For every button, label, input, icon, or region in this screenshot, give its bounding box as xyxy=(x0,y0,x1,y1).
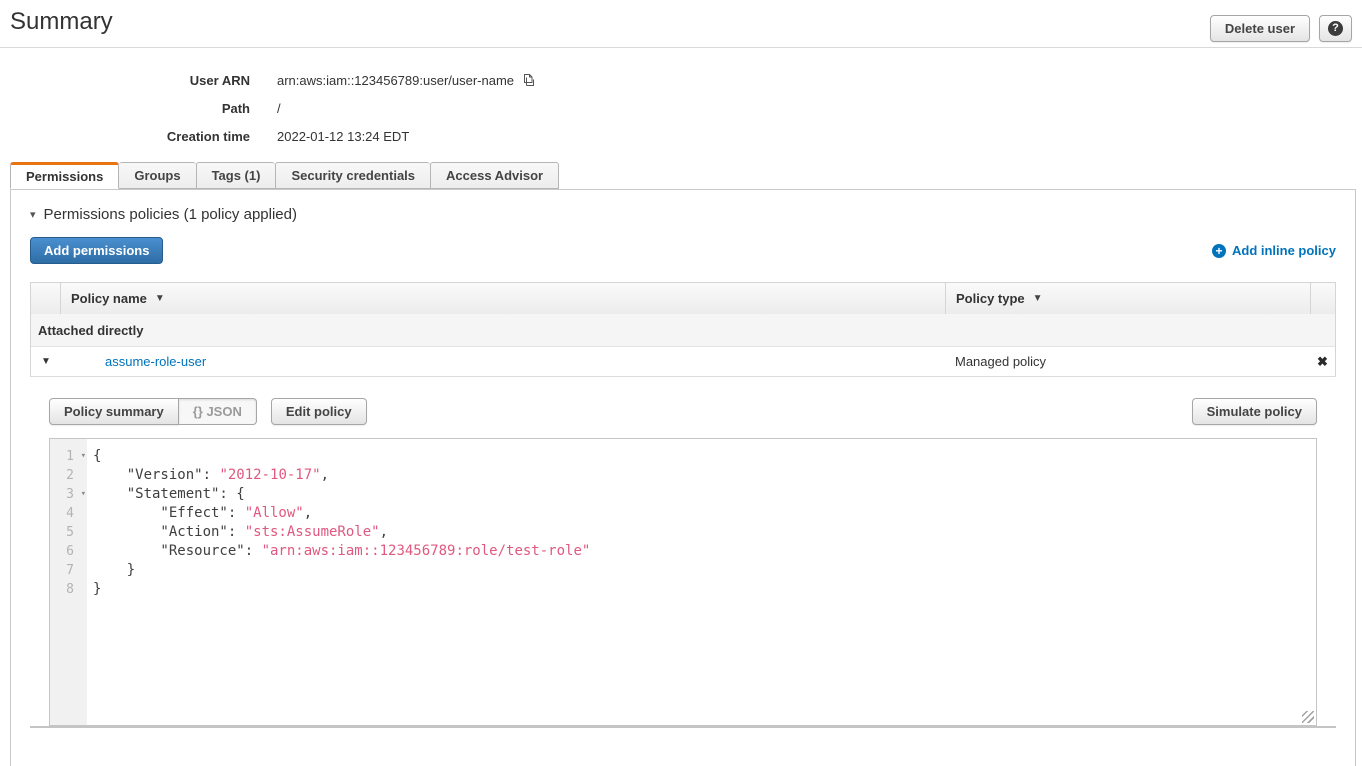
permissions-policies-section-header[interactable]: ▾ Permissions policies (1 policy applied… xyxy=(30,206,1336,223)
editor-line-number: 2 xyxy=(50,466,87,485)
sort-caret-icon: ▼ xyxy=(1033,293,1043,304)
editor-line-number: 3▾ xyxy=(50,485,87,504)
add-inline-policy-link[interactable]: + Add inline policy xyxy=(1212,243,1336,258)
editor-line-number: 6 xyxy=(50,542,87,561)
info-value-text: / xyxy=(277,101,281,116)
code-line: "Version": "2012-10-17", xyxy=(93,466,1316,485)
info-value-text: 2022-01-12 13:24 EDT xyxy=(277,129,409,144)
section-title: Permissions policies (1 policy applied) xyxy=(44,206,297,223)
info-row: User ARN arn:aws:iam::123456789:user/user… xyxy=(0,66,1362,94)
policies-table: Policy name ▼ Policy type ▼ Attached dir… xyxy=(30,282,1336,377)
policy-summary-button[interactable]: Policy summary xyxy=(49,398,179,425)
collapse-row-toggle[interactable]: ▼ xyxy=(31,347,61,376)
policy-type-column-header[interactable]: Policy type ▼ xyxy=(945,283,1310,314)
simulate-policy-button[interactable]: Simulate policy xyxy=(1192,398,1317,425)
json-plain-token: } xyxy=(93,581,101,597)
chevron-down-icon: ▼ xyxy=(41,356,51,367)
permissions-actions-row: Add permissions + Add inline policy xyxy=(30,237,1336,264)
json-plain-token: "Statement": { xyxy=(93,486,245,502)
json-plain-token: , xyxy=(321,467,329,483)
code-line: } xyxy=(93,580,1316,599)
add-inline-policy-label: Add inline policy xyxy=(1232,243,1336,258)
json-plain-token: , xyxy=(304,505,312,521)
question-mark-icon: ? xyxy=(1328,21,1343,36)
code-line: "Statement": { xyxy=(93,485,1316,504)
permissions-tab-panel: ▾ Permissions policies (1 policy applied… xyxy=(10,189,1356,766)
policy-name-cell: assume-role-user xyxy=(61,347,945,376)
info-label: User ARN xyxy=(0,73,250,88)
plus-circle-icon: + xyxy=(1212,244,1226,258)
info-row: Creation time 2022-01-12 13:24 EDT xyxy=(0,122,1362,150)
tab-access-advisor[interactable]: Access Advisor xyxy=(430,162,559,189)
page-title: Summary xyxy=(10,8,113,36)
json-string-token: "sts:AssumeRole" xyxy=(245,524,380,540)
expand-column-header xyxy=(31,283,61,314)
json-plain-token: , xyxy=(380,524,388,540)
tab-bar: PermissionsGroupsTags (1)Security creden… xyxy=(0,162,1362,189)
info-value-text: arn:aws:iam::123456789:user/user-name xyxy=(277,73,514,88)
info-value: arn:aws:iam::123456789:user/user-name xyxy=(277,72,537,88)
fold-caret-icon[interactable]: ▾ xyxy=(81,447,86,466)
table-row: ▼ assume-role-user Managed policy ✖ xyxy=(31,347,1335,377)
code-line: "Action": "sts:AssumeRole", xyxy=(93,523,1316,542)
code-line: "Effect": "Allow", xyxy=(93,504,1316,523)
page-header: Summary Delete user ? xyxy=(0,0,1362,48)
policy-type-cell: Managed policy xyxy=(945,347,1310,376)
policy-name-link[interactable]: assume-role-user xyxy=(105,354,206,369)
copy-icon[interactable] xyxy=(521,72,537,88)
tab-security-credentials[interactable]: Security credentials xyxy=(275,162,430,189)
editor-line-number: 1▾ xyxy=(50,447,87,466)
editor-resize-handle[interactable] xyxy=(1302,711,1314,723)
code-line: "Resource": "arn:aws:iam::123456789:role… xyxy=(93,542,1316,561)
policy-name-column-header[interactable]: Policy name ▼ xyxy=(61,283,945,314)
editor-line-number: 5 xyxy=(50,523,87,542)
editor-line-number-gutter: 1▾23▾45678 xyxy=(50,439,87,725)
tab-tags-1[interactable]: Tags (1) xyxy=(196,162,276,189)
tab-permissions[interactable]: Permissions xyxy=(10,162,119,189)
info-value: / xyxy=(277,101,281,116)
policy-type-header-label: Policy type xyxy=(956,291,1025,306)
json-string-token: "2012-10-17" xyxy=(219,467,320,483)
fold-caret-icon[interactable]: ▾ xyxy=(81,485,86,504)
remove-column-header xyxy=(1310,283,1335,314)
editor-line-number: 4 xyxy=(50,504,87,523)
info-row: Path / xyxy=(0,94,1362,122)
json-plain-token: } xyxy=(93,562,135,578)
code-line: { xyxy=(93,447,1316,466)
policy-name-header-label: Policy name xyxy=(71,291,147,306)
policy-view-toggle: Policy summary {} JSON xyxy=(49,398,257,425)
group-row-label: Attached directly xyxy=(38,323,143,338)
delete-user-button[interactable]: Delete user xyxy=(1210,15,1310,42)
json-code-editor[interactable]: 1▾23▾45678 { "Version": "2012-10-17", "S… xyxy=(49,438,1317,726)
policy-detail-panel: Policy summary {} JSON Edit policy Simul… xyxy=(30,398,1336,728)
json-plain-token: "Resource": xyxy=(93,543,262,559)
attached-directly-group-row: Attached directly xyxy=(31,314,1335,347)
header-actions: Delete user ? xyxy=(1210,15,1352,42)
editor-code-area[interactable]: { "Version": "2012-10-17", "Statement": … xyxy=(87,439,1316,725)
sort-caret-icon: ▼ xyxy=(155,293,165,304)
json-plain-token: "Effect": xyxy=(93,505,245,521)
editor-line-number: 7 xyxy=(50,561,87,580)
json-string-token: "arn:aws:iam::123456789:role/test-role" xyxy=(262,543,591,559)
policy-detail-actions: Policy summary {} JSON Edit policy Simul… xyxy=(49,398,1317,425)
json-string-token: "Allow" xyxy=(245,505,304,521)
json-plain-token: "Version": xyxy=(93,467,219,483)
user-info-section: User ARN arn:aws:iam::123456789:user/user… xyxy=(0,66,1362,150)
editor-line-number: 8 xyxy=(50,580,87,599)
remove-policy-x-icon[interactable]: ✖ xyxy=(1317,354,1328,370)
help-button[interactable]: ? xyxy=(1319,15,1352,42)
code-line: } xyxy=(93,561,1316,580)
info-label: Creation time xyxy=(0,129,250,144)
json-plain-token: { xyxy=(93,448,101,464)
info-value: 2022-01-12 13:24 EDT xyxy=(277,129,409,144)
edit-policy-button[interactable]: Edit policy xyxy=(271,398,367,425)
tab-groups[interactable]: Groups xyxy=(119,162,195,189)
info-label: Path xyxy=(0,101,250,116)
chevron-down-icon: ▾ xyxy=(30,208,36,221)
table-header-row: Policy name ▼ Policy type ▼ xyxy=(31,283,1335,314)
json-view-button[interactable]: {} JSON xyxy=(179,398,257,425)
json-plain-token: "Action": xyxy=(93,524,245,540)
add-permissions-button[interactable]: Add permissions xyxy=(30,237,163,264)
remove-policy-cell: ✖ xyxy=(1310,347,1335,376)
